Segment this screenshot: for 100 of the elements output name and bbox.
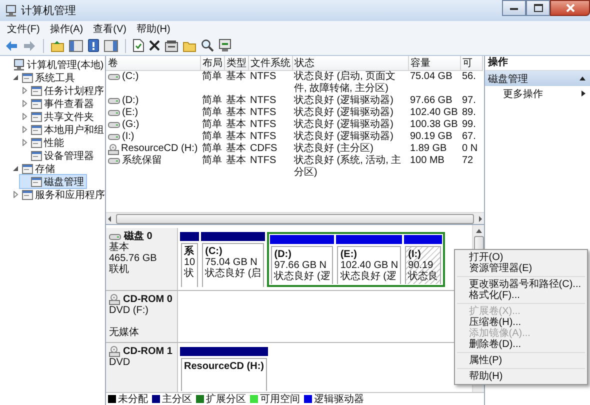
menu-item[interactable]: 帮助(H) [133,22,178,36]
volume-name: 系统保留 [122,155,162,167]
horizontal-scrollbar[interactable] [106,212,484,224]
collapsed-arrow-icon[interactable] [12,191,19,198]
disk-name: 磁盘 0 [124,231,152,242]
table-cell-text: 状态良好 (逻辑驱动器) [293,119,394,130]
search-icon[interactable] [201,39,214,52]
column-header[interactable]: 类型 [224,56,248,70]
scroll-right-arrow-icon[interactable] [476,214,484,222]
table-cell-text: 67. [461,131,477,143]
column-header[interactable]: 文件系统 [248,56,292,70]
close-button[interactable] [550,0,590,16]
expanded-arrow-icon[interactable] [12,74,19,81]
delete-icon[interactable] [149,40,160,51]
table-cell: 简单 [200,70,224,95]
export-icon[interactable] [219,39,231,52]
panel-icon[interactable] [69,40,83,52]
volume-name: (G:) [122,119,140,131]
column-header[interactable]: 卷 [106,56,200,70]
drive-icon [108,109,120,117]
window-icon [31,150,42,161]
table-cell-text: 基本 [225,95,247,106]
expanded-arrow-icon[interactable] [12,165,19,172]
properties-icon[interactable] [165,40,178,52]
collapsed-arrow-icon[interactable] [21,87,28,94]
menu-item[interactable]: 删除卷(D)... [456,339,585,350]
tree-item[interactable]: 服务和应用程序 [11,188,105,201]
tree-item[interactable]: 磁盘管理 [20,175,86,188]
disk-detail: DVD (F:) [109,305,150,316]
partition-box[interactable]: (E:) 102.40 GB N 状态良好 (逻 [337,246,402,284]
partition-box[interactable]: 系 10 状 [181,243,198,287]
document-icon[interactable] [133,39,144,52]
table-cell-text: NTFS [249,131,278,143]
legend-label: 未分配 [118,392,148,405]
table-cell-text: 基本 [225,143,247,154]
collapsed-arrow-icon[interactable] [21,100,28,107]
scrollbar-thumb[interactable] [116,214,474,224]
window-icon [22,189,33,200]
collapsed-arrow-icon[interactable] [21,139,28,146]
menu-item[interactable]: 文件(F) [4,22,47,36]
tree-item[interactable]: 系统工具 [11,71,77,84]
menu-item[interactable]: 压缩卷(H)... [456,317,585,328]
table-cell-text: 102.40 GB [409,107,459,119]
action-section-header[interactable]: 磁盘管理 [485,71,590,86]
menu-item[interactable]: 资源管理器(E) [456,263,585,274]
partition-box[interactable]: ResourceCD (H:) [181,358,268,391]
back-icon[interactable] [5,40,18,52]
tree-item[interactable]: 计算机管理(本地) [2,58,105,71]
maximize-button[interactable] [526,0,550,16]
partition-text: 状态良好 (逻 [274,271,330,282]
menu-item[interactable]: 属性(P) [456,355,585,366]
tree-item[interactable]: 事件查看器 [20,97,96,110]
partition-box[interactable]: (D:) 97.66 GB N 状态良好 (逻 [271,246,334,284]
folder-up-icon[interactable] [51,40,64,52]
collapsed-arrow-icon[interactable] [21,113,28,120]
menu-item[interactable]: 打开(O) [456,252,585,263]
menu-item[interactable]: 查看(V) [90,22,134,36]
table-cell: 基本 [224,70,248,95]
table-cell-text: 状态良好 (逻辑驱动器) [293,131,394,142]
table-cell-text: 简单 [201,143,223,154]
minimize-button[interactable] [502,0,526,16]
drive-icon [109,232,121,240]
panel-icon[interactable] [104,40,118,52]
column-header[interactable]: 可 [460,56,482,70]
scroll-left-arrow-icon[interactable] [106,214,114,222]
volume-name: (D:) [122,95,139,107]
tree-item[interactable]: 本地用户和组 [20,123,105,136]
column-header[interactable]: 状态 [292,56,408,70]
table-cell-text: 72 [461,155,474,168]
partition-text: (C:) [205,246,224,257]
submenu-arrow-icon [581,90,586,97]
column-header[interactable]: 容量 [408,56,460,70]
table-cell-text: 100.38 GB [409,119,459,131]
tree-item[interactable]: 存储 [11,162,57,175]
cd-drive-icon [108,144,119,154]
tree-item[interactable]: 性能 [20,136,66,149]
partition-box[interactable]: (C:) 75.04 GB N 状态良好 (启 [202,243,264,287]
collapsed-arrow-icon[interactable] [21,126,28,133]
column-header[interactable]: 布局 [200,56,224,70]
partition-text: 10 [184,257,196,268]
menu-item[interactable]: 帮助(H) [456,371,585,382]
drive-icon [108,121,120,129]
drive-icon [108,133,120,141]
folder-icon[interactable] [183,40,196,52]
partition-text: 75.04 GB N [205,257,258,268]
disk-detail: 465.76 GB [109,253,158,264]
tree-item[interactable]: 共享文件夹 [20,110,96,123]
disk-detail: DVD [109,357,132,368]
volume-name: (C:) [122,71,139,83]
tree-item[interactable]: 任务计划程序 [20,84,105,97]
tree-item[interactable]: 设备管理器 [20,149,96,162]
volume-name: (E:) [122,107,138,119]
scroll-up-arrow-icon[interactable] [474,228,482,234]
menu-item[interactable]: 操作(A) [46,22,90,36]
partition-box[interactable]: (I:) 90.19 状态良 [405,246,442,284]
partition-text: 系 [184,246,195,257]
table-cell: 75.04 GB [408,70,460,95]
menu-item[interactable]: 更改驱动器号和路径(C)... [456,279,585,290]
menu-item[interactable]: 格式化(F)... [456,290,585,301]
action-item[interactable]: 更多操作 [485,86,590,101]
